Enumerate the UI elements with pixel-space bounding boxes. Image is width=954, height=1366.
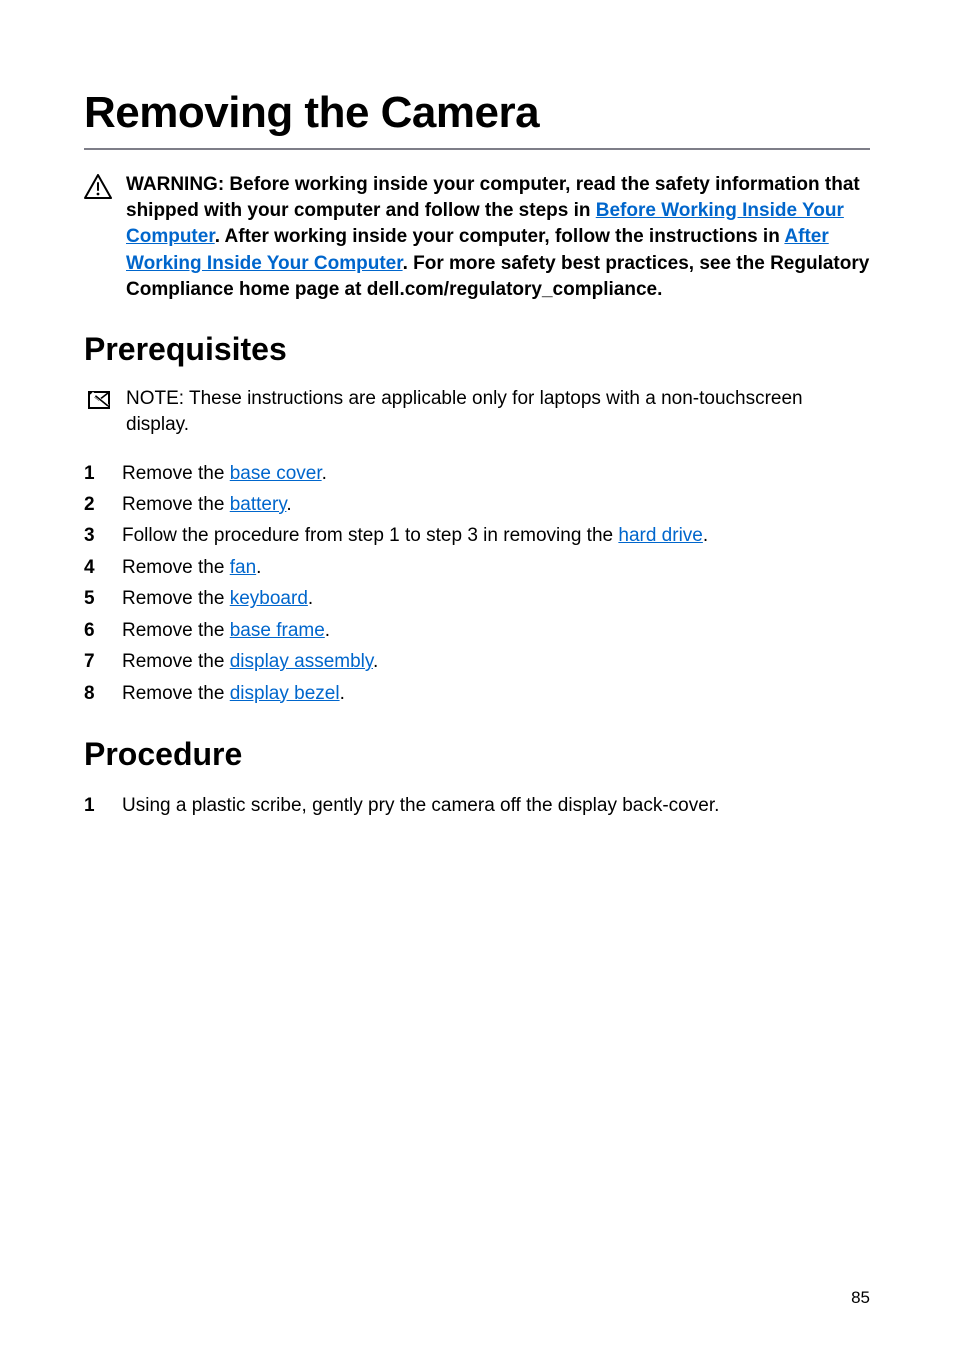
step-pre: Remove the [122,557,230,578]
note-icon [86,389,112,411]
page-number: 85 [851,1288,870,1308]
step-post: . [703,525,708,546]
note-label: NOTE: [126,388,189,409]
list-item: Remove the base frame. [84,616,870,645]
step-pre: Remove the [122,683,230,704]
link-display-bezel[interactable]: display bezel [230,683,340,704]
list-item: Remove the fan. [84,553,870,582]
note-body: These instructions are applicable only f… [126,388,803,435]
list-item: Using a plastic scribe, gently pry the c… [84,791,870,820]
step-post: . [308,588,313,609]
note-text: NOTE: These instructions are applicable … [126,386,870,438]
step-pre: Remove the [122,494,230,515]
title-divider [84,148,870,150]
link-battery[interactable]: battery [230,494,287,515]
warning-text: WARNING: Before working inside your comp… [126,172,870,303]
list-item: Remove the display assembly. [84,647,870,676]
link-base-cover[interactable]: base cover [230,463,322,484]
step-pre: Remove the [122,651,230,672]
link-base-frame[interactable]: base frame [230,620,325,641]
step-post: . [286,494,291,515]
procedure-heading: Procedure [84,736,870,773]
page-title: Removing the Camera [84,88,870,138]
list-item: Remove the keyboard. [84,584,870,613]
link-fan[interactable]: fan [230,557,256,578]
link-keyboard[interactable]: keyboard [230,588,308,609]
procedure-list: Using a plastic scribe, gently pry the c… [84,791,870,820]
prerequisites-heading: Prerequisites [84,331,870,368]
step-post: . [340,683,345,704]
list-item: Follow the procedure from step 1 to step… [84,521,870,550]
procedure-step-text: Using a plastic scribe, gently pry the c… [122,795,719,816]
list-item: Remove the battery. [84,490,870,519]
warning-mid1: . After working inside your computer, fo… [215,226,785,247]
step-pre: Follow the procedure from step 1 to step… [122,525,618,546]
step-post: . [322,463,327,484]
warning-callout: WARNING: Before working inside your comp… [84,172,870,303]
link-display-assembly[interactable]: display assembly [230,651,373,672]
step-post: . [256,557,261,578]
step-post: . [325,620,330,641]
link-hard-drive[interactable]: hard drive [618,525,703,546]
step-pre: Remove the [122,463,230,484]
list-item: Remove the display bezel. [84,679,870,708]
warning-icon [84,174,112,200]
step-pre: Remove the [122,620,230,641]
step-post: . [373,651,378,672]
prerequisites-list: Remove the base cover. Remove the batter… [84,459,870,709]
note-callout: NOTE: These instructions are applicable … [84,386,870,438]
list-item: Remove the base cover. [84,459,870,488]
step-pre: Remove the [122,588,230,609]
